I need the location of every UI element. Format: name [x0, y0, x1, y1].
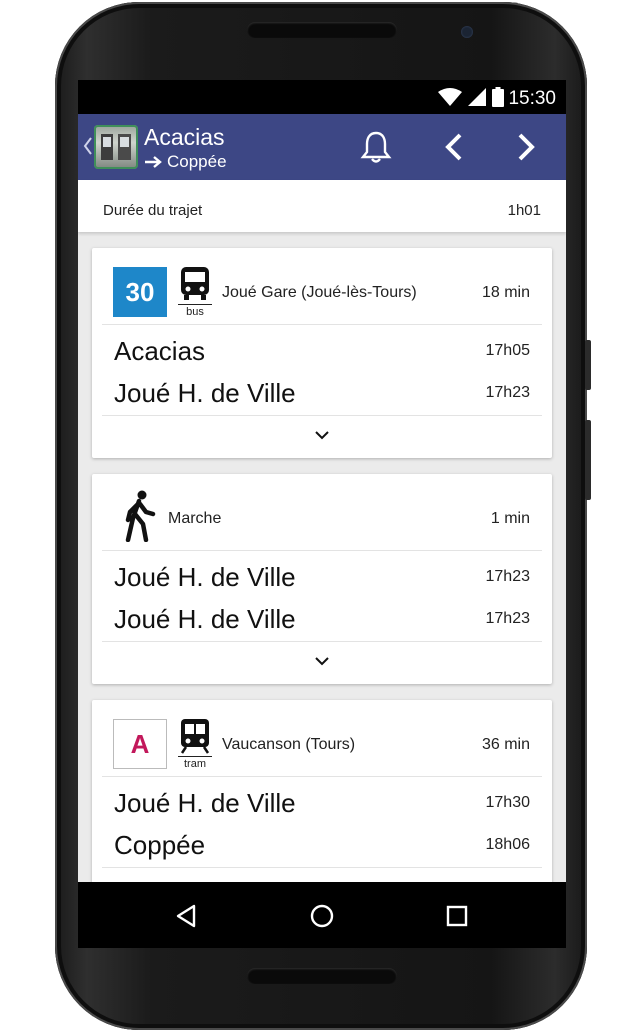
home-circle-icon[interactable]: [310, 904, 334, 928]
leg-header: 30 bus Joué Gare (Joué-lès-Tours) 18 min: [92, 248, 552, 324]
tram-mode: tram: [178, 718, 212, 770]
leg-header: A tram Vaucanson (Tours) 36 min: [92, 700, 552, 776]
stop-row: Joué H. de Ville 17h23: [114, 600, 530, 640]
walk-label: Marche: [168, 510, 222, 527]
destination-label: Coppée: [167, 152, 227, 171]
header-stop-name: Acacias: [144, 124, 225, 150]
battery-icon: [492, 87, 504, 107]
wifi-icon: [438, 88, 462, 106]
divider: [102, 415, 542, 416]
stop-row: Joué H. de Ville 17h30: [114, 784, 530, 824]
stop-time: 17h05: [485, 342, 531, 359]
leg-direction: Vaucanson (Tours): [222, 736, 356, 753]
stop-time: 17h23: [485, 384, 531, 401]
arrow-right-icon: [145, 156, 162, 168]
mode-label: tram: [178, 756, 212, 770]
navigation-bar: [78, 882, 566, 948]
volume-button[interactable]: [585, 340, 591, 390]
stop-row: Coppée 18h06: [114, 826, 530, 866]
stop-time: 17h23: [485, 568, 531, 585]
stop-name: Coppée: [114, 830, 206, 860]
back-icon[interactable]: [83, 136, 93, 156]
stop-time: 17h23: [485, 610, 531, 627]
mode-label: bus: [178, 304, 212, 318]
header-destination: Coppée: [144, 152, 227, 172]
power-button[interactable]: [585, 420, 591, 500]
chevron-left-icon[interactable]: [442, 132, 466, 162]
divider: [102, 867, 542, 868]
chevron-down-icon[interactable]: [314, 656, 330, 666]
trip-duration-row: Durée du trajet 1h01: [78, 180, 566, 232]
leg-header: Marche 1 min: [92, 474, 552, 550]
screen: 15:30 Acacias Coppée Durée du trajet 1h0…: [78, 80, 566, 882]
divider: [102, 550, 542, 551]
leg-card-bus[interactable]: 30 bus Joué Gare (Joué-lès-Tours) 18 min…: [92, 248, 552, 458]
line-badge: A: [113, 719, 167, 769]
line-badge: 30: [113, 267, 167, 317]
chevron-down-icon[interactable]: [314, 430, 330, 440]
stop-name: Joué H. de Ville: [114, 378, 296, 408]
stop-time: 18h06: [485, 836, 531, 853]
signal-icon: [468, 88, 486, 106]
stop-name: Joué H. de Ville: [114, 562, 296, 592]
recents-square-icon[interactable]: [446, 905, 468, 927]
bell-icon[interactable]: [360, 130, 392, 164]
status-bar: 15:30: [78, 80, 566, 114]
leg-duration: 36 min: [481, 736, 530, 753]
leg-direction: Joué Gare (Joué-lès-Tours): [222, 284, 417, 301]
bus-mode: bus: [178, 266, 212, 318]
stop-row: Acacias 17h05: [114, 332, 530, 372]
stop-time: 17h30: [485, 794, 531, 811]
leg-card-tram[interactable]: A tram Vaucanson (Tours) 36 min Joué H. …: [92, 700, 552, 882]
walking-person-icon: [125, 490, 156, 542]
bottom-speaker: [247, 968, 397, 984]
leg-card-walk[interactable]: Marche 1 min Joué H. de Ville 17h23 Joué…: [92, 474, 552, 684]
top-speaker: [247, 22, 397, 38]
back-triangle-icon[interactable]: [175, 904, 197, 928]
chevron-right-icon[interactable]: [514, 132, 538, 162]
leg-duration: 18 min: [481, 284, 530, 301]
tram-icon: [180, 719, 210, 754]
stop-name: Joué H. de Ville: [114, 788, 296, 818]
status-time: 15:30: [508, 88, 556, 109]
stop-row: Joué H. de Ville 17h23: [114, 374, 530, 414]
stop-row: Joué H. de Ville 17h23: [114, 558, 530, 598]
leg-duration: 1 min: [490, 510, 530, 527]
duration-value: 1h01: [507, 202, 541, 219]
stop-name: Joué H. de Ville: [114, 604, 296, 634]
divider: [102, 324, 542, 325]
stop-name: Acacias: [114, 336, 206, 366]
front-camera: [461, 26, 473, 38]
app-bar: Acacias Coppée: [78, 114, 566, 180]
divider: [102, 641, 542, 642]
bus-icon: [181, 267, 209, 300]
divider: [102, 776, 542, 777]
duration-label: Durée du trajet: [103, 202, 203, 219]
tram-thumbnail: [94, 125, 138, 169]
